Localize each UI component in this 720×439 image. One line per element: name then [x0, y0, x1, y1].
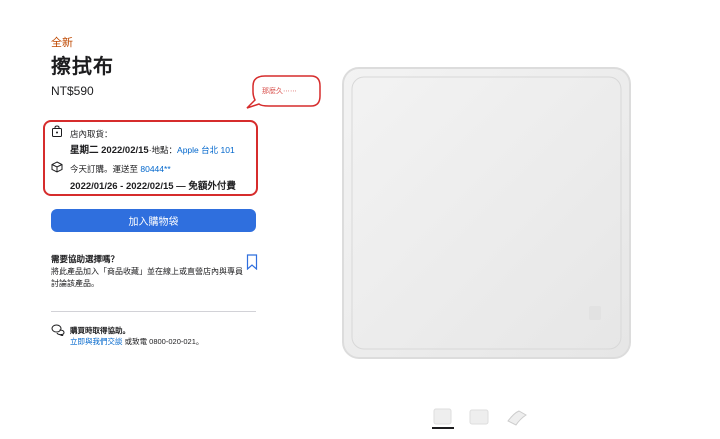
- bookmark-icon[interactable]: [246, 254, 258, 270]
- shipping-window: 2022/01/26 - 2022/02/15 — 免額外付費: [70, 181, 236, 192]
- annotation-text: 那麼久⋯⋯: [262, 88, 297, 95]
- shipping-label-text: 今天訂購。運送至: [70, 164, 141, 174]
- product-image: [342, 67, 631, 359]
- shopping-bag-icon: [52, 125, 62, 137]
- thumbnail-2[interactable]: [468, 407, 490, 427]
- divider: [51, 311, 256, 312]
- shipping-label: 今天訂購。運送至 80444**: [70, 163, 171, 175]
- new-badge: 全新: [51, 37, 73, 49]
- chat-bubbles-icon: [51, 324, 65, 336]
- pickup-label: 店內取貨：: [70, 129, 113, 139]
- pickup-date: 星期二 2022/02/15: [70, 145, 149, 156]
- product-price: NT$590: [51, 84, 94, 98]
- chat-line: 立即與我們交談 或致電 0800-020-021。: [70, 336, 203, 347]
- help-description: 將此產品加入「商品收藏」並在線上或直營店內與專員討論該產品。: [51, 267, 243, 288]
- chat-link[interactable]: 立即與我們交談: [70, 337, 123, 346]
- pickup-store-link[interactable]: Apple 台北 101: [177, 145, 235, 155]
- pickup-location-prefix: ·地點：: [148, 145, 178, 155]
- thumbnail-1[interactable]: [432, 407, 454, 429]
- thumbnail-3[interactable]: [506, 407, 528, 427]
- product-title: 擦拭布: [51, 56, 114, 78]
- chat-title: 購買時取得協助。: [70, 326, 130, 335]
- add-to-bag-button[interactable]: 加入購物袋: [51, 209, 256, 232]
- chat-phone: 或致電 0800-020-021。: [122, 337, 204, 346]
- pickup-detail: 星期二 2022/02/15·地點：Apple 台北 101: [70, 142, 235, 156]
- shipping-zip-link[interactable]: 80444**: [140, 164, 170, 174]
- help-title: 需要協助選擇嗎？: [51, 254, 120, 264]
- box-icon: [51, 161, 63, 173]
